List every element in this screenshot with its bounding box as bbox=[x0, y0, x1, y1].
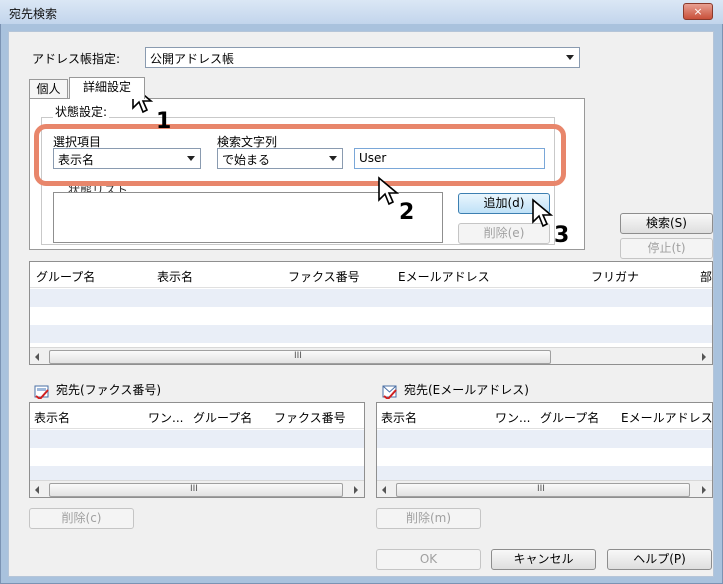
scroll-left-icon[interactable] bbox=[35, 353, 39, 361]
scroll-grip: III bbox=[537, 484, 545, 494]
email-destination-icon bbox=[382, 385, 397, 399]
column-header[interactable]: 表示名 bbox=[34, 409, 70, 426]
address-book-value: 公開アドレス帳 bbox=[150, 52, 235, 66]
table-row[interactable] bbox=[30, 448, 364, 466]
scroll-right-icon[interactable] bbox=[702, 353, 706, 361]
column-header[interactable]: ワン... bbox=[495, 409, 530, 426]
results-list[interactable]: グループ名 表示名 ファクス番号 Eメールアドレス フリガナ 部 III bbox=[29, 261, 713, 365]
column-header[interactable]: グループ名 bbox=[193, 409, 252, 426]
tab-personal-label: 個人 bbox=[36, 82, 61, 96]
help-button[interactable]: ヘルプ(P) bbox=[607, 549, 712, 570]
fax-destination-title: 宛先(ファクス番号) bbox=[56, 383, 162, 397]
close-button[interactable]: × bbox=[683, 3, 713, 20]
fax-destination-icon bbox=[34, 385, 49, 399]
callout-number: 3 bbox=[554, 223, 570, 248]
column-header[interactable]: ファクス番号 bbox=[274, 409, 346, 426]
table-row[interactable] bbox=[30, 466, 364, 480]
fax-destination-list[interactable]: 表示名 ワン... グループ名 ファクス番号 III bbox=[29, 402, 365, 498]
fax-hscrollbar[interactable]: III bbox=[30, 480, 364, 497]
callout-number: 1 bbox=[156, 109, 172, 134]
column-header[interactable]: Eメールアドレス bbox=[398, 268, 490, 285]
results-hscrollbar[interactable]: III bbox=[30, 347, 712, 364]
scroll-grip: III bbox=[294, 351, 302, 361]
scroll-left-icon[interactable] bbox=[382, 486, 386, 494]
column-header[interactable]: Eメールアドレス bbox=[621, 409, 712, 426]
email-list-header: 表示名 ワン... グループ名 Eメールアドレス bbox=[377, 403, 712, 429]
condition-group-label: 状態設定: bbox=[53, 103, 110, 120]
chevron-down-icon bbox=[566, 55, 574, 60]
column-header[interactable]: ワン... bbox=[148, 409, 183, 426]
window-title: 宛先検索 bbox=[9, 7, 58, 21]
callout-number: 2 bbox=[399, 200, 415, 225]
mouse-cursor-icon bbox=[378, 176, 400, 206]
table-row[interactable] bbox=[30, 307, 712, 325]
stop-button[interactable]: 停止(t) bbox=[620, 238, 713, 259]
column-header[interactable]: 表示名 bbox=[157, 268, 193, 285]
cancel-button[interactable]: キャンセル bbox=[491, 549, 596, 570]
column-header[interactable]: ファクス番号 bbox=[288, 268, 360, 285]
delete-fax-button[interactable]: 削除(c) bbox=[29, 508, 134, 529]
tab-personal[interactable]: 個人 bbox=[29, 79, 68, 99]
tab-advanced[interactable]: 詳細設定 bbox=[69, 77, 145, 99]
table-row[interactable] bbox=[377, 430, 712, 448]
title-bar[interactable]: 宛先検索 × bbox=[0, 0, 723, 24]
scroll-left-icon[interactable] bbox=[35, 486, 39, 494]
scroll-right-icon[interactable] bbox=[354, 486, 358, 494]
scroll-thumb[interactable]: III bbox=[396, 483, 690, 497]
scroll-right-icon[interactable] bbox=[702, 486, 706, 494]
email-hscrollbar[interactable]: III bbox=[377, 480, 712, 497]
table-row[interactable] bbox=[30, 325, 712, 343]
ok-button[interactable]: OK bbox=[376, 549, 481, 570]
results-header: グループ名 表示名 ファクス番号 Eメールアドレス フリガナ 部 bbox=[30, 262, 712, 288]
column-header[interactable]: 部 bbox=[700, 268, 712, 285]
column-header[interactable]: フリガナ bbox=[591, 268, 639, 285]
scroll-thumb[interactable]: III bbox=[49, 350, 551, 364]
search-button[interactable]: 検索(S) bbox=[620, 213, 713, 234]
column-header[interactable]: 表示名 bbox=[381, 409, 417, 426]
column-header[interactable]: グループ名 bbox=[36, 268, 95, 285]
fax-list-header: 表示名 ワン... グループ名 ファクス番号 bbox=[30, 403, 364, 429]
address-book-label: アドレス帳指定: bbox=[32, 52, 121, 66]
table-row[interactable] bbox=[377, 466, 712, 480]
email-destination-title: 宛先(Eメールアドレス) bbox=[404, 383, 529, 397]
highlight-frame bbox=[34, 124, 566, 186]
email-destination-list[interactable]: 表示名 ワン... グループ名 Eメールアドレス III bbox=[376, 402, 713, 498]
table-row[interactable] bbox=[377, 448, 712, 466]
table-row[interactable] bbox=[30, 289, 712, 307]
mouse-cursor-icon bbox=[532, 198, 554, 228]
column-header[interactable]: グループ名 bbox=[540, 409, 599, 426]
scroll-grip: III bbox=[190, 484, 198, 494]
delete-email-button[interactable]: 削除(m) bbox=[376, 508, 481, 529]
table-row[interactable] bbox=[30, 430, 364, 448]
scroll-thumb[interactable]: III bbox=[49, 483, 343, 497]
tab-advanced-label: 詳細設定 bbox=[82, 80, 131, 94]
address-book-select[interactable]: 公開アドレス帳 bbox=[145, 47, 580, 68]
